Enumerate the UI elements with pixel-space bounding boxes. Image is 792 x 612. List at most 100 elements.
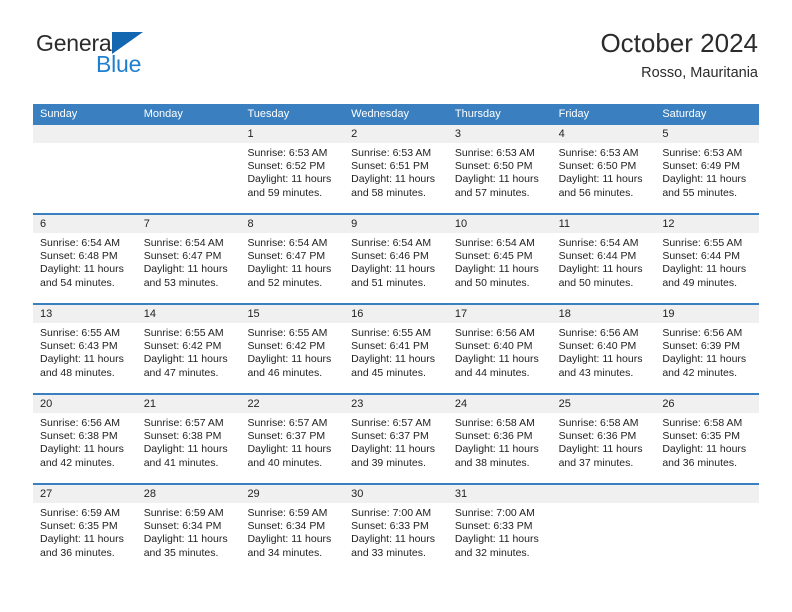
day-cell[interactable]: Sunrise: 6:55 AM Sunset: 6:44 PM Daylight:… xyxy=(655,233,759,303)
day-cell[interactable]: Sunrise: 6:54 AM Sunset: 6:47 PM Daylight:… xyxy=(240,233,344,303)
sunset-text: Sunset: 6:42 PM xyxy=(143,340,222,353)
day-cell[interactable]: Sunrise: 6:59 AM Sunset: 6:35 PM Daylight:… xyxy=(33,503,137,573)
day-number[interactable]: 22 xyxy=(240,395,344,413)
weekday-header-tuesday: Tuesday xyxy=(247,108,290,120)
day-number[interactable]: 9 xyxy=(344,215,448,233)
sunset-text: Sunset: 6:39 PM xyxy=(662,340,740,353)
week-body-row: Sunrise: 6:59 AM Sunset: 6:35 PM Daylight:… xyxy=(33,503,759,573)
day-number[interactable]: 10 xyxy=(448,215,552,233)
day-number[interactable]: 18 xyxy=(552,305,656,323)
day-cell[interactable]: Sunrise: 6:54 AM Sunset: 6:44 PM Daylight:… xyxy=(552,233,656,303)
sunset-text: Sunset: 6:36 PM xyxy=(454,430,533,443)
daylight-text: Daylight: 11 hours xyxy=(662,263,747,276)
day-number[interactable]: 11 xyxy=(552,215,656,233)
daylight-text: Daylight: 11 hours xyxy=(558,173,643,186)
day-cell[interactable]: Sunrise: 6:53 AM Sunset: 6:50 PM Daylight:… xyxy=(552,143,656,213)
daylight-text: and 32 minutes. xyxy=(454,546,530,559)
day-number[interactable]: 12 xyxy=(655,215,759,233)
daylight-text: and 46 minutes. xyxy=(247,366,323,379)
day-number[interactable]: 24 xyxy=(448,395,552,413)
day-cell[interactable]: Sunrise: 7:00 AM Sunset: 6:33 PM Daylight:… xyxy=(448,503,552,573)
day-cell[interactable]: Sunrise: 6:56 AM Sunset: 6:39 PM Daylight:… xyxy=(655,323,759,393)
sunrise-text: Sunrise: 6:56 AM xyxy=(40,417,120,429)
day-number-empty xyxy=(33,125,137,143)
day-number[interactable]: 19 xyxy=(655,305,759,323)
day-cell[interactable]: Sunrise: 6:54 AM Sunset: 6:47 PM Daylight:… xyxy=(137,233,241,303)
daylight-text: Daylight: 11 hours xyxy=(351,173,436,186)
sunset-text: Sunset: 6:35 PM xyxy=(662,430,740,443)
week-daynumber-band: 27 28 29 30 31 xyxy=(33,485,759,503)
day-number[interactable]: 17 xyxy=(448,305,552,323)
day-cell[interactable]: Sunrise: 6:58 AM Sunset: 6:35 PM Daylight:… xyxy=(655,413,759,483)
day-cell[interactable]: Sunrise: 6:58 AM Sunset: 6:36 PM Daylight:… xyxy=(448,413,552,483)
day-number[interactable]: 20 xyxy=(33,395,137,413)
day-number[interactable]: 1 xyxy=(240,125,344,143)
day-cell[interactable]: Sunrise: 6:54 AM Sunset: 6:46 PM Daylight:… xyxy=(344,233,448,303)
day-cell[interactable]: Sunrise: 6:53 AM Sunset: 6:50 PM Daylight:… xyxy=(448,143,552,213)
day-number[interactable]: 6 xyxy=(33,215,137,233)
weekday-header-friday: Friday xyxy=(558,108,590,120)
day-number[interactable]: 16 xyxy=(344,305,448,323)
sunrise-text: Sunrise: 6:54 AM xyxy=(558,237,639,249)
weekday-header-saturday: Saturday xyxy=(662,108,707,120)
day-cell[interactable]: Sunrise: 6:53 AM Sunset: 6:49 PM Daylight:… xyxy=(655,143,759,213)
sunset-text: Sunset: 6:47 PM xyxy=(143,250,222,263)
sunrise-text: Sunrise: 6:54 AM xyxy=(40,237,120,249)
sunset-text: Sunset: 6:38 PM xyxy=(143,430,222,443)
day-cell[interactable]: Sunrise: 6:54 AM Sunset: 6:48 PM Daylight:… xyxy=(33,233,137,303)
day-cell[interactable]: Sunrise: 6:55 AM Sunset: 6:42 PM Daylight:… xyxy=(240,323,344,393)
day-number[interactable]: 13 xyxy=(33,305,137,323)
day-number[interactable]: 30 xyxy=(344,485,448,503)
day-number[interactable]: 21 xyxy=(137,395,241,413)
day-number[interactable]: 5 xyxy=(655,125,759,143)
day-cell[interactable]: Sunrise: 6:59 AM Sunset: 6:34 PM Daylight:… xyxy=(240,503,344,573)
day-number[interactable]: 15 xyxy=(240,305,344,323)
daylight-text: Daylight: 11 hours xyxy=(247,173,332,186)
day-cell[interactable]: Sunrise: 6:57 AM Sunset: 6:38 PM Daylight:… xyxy=(137,413,241,483)
calendar-week-row: 13 14 15 16 17 18 19 Sunrise: 6:55 AM Sunset: 6:… xyxy=(33,303,759,393)
day-cell[interactable]: Sunrise: 6:57 AM Sunset: 6:37 PM Daylight:… xyxy=(344,413,448,483)
sunrise-text: Sunrise: 6:56 AM xyxy=(558,327,639,339)
daylight-text: Daylight: 11 hours xyxy=(454,443,539,456)
day-number[interactable]: 23 xyxy=(344,395,448,413)
day-number[interactable]: 2 xyxy=(344,125,448,143)
daylight-text: and 50 minutes. xyxy=(558,276,634,289)
daylight-text: Daylight: 11 hours xyxy=(662,173,747,186)
day-cell[interactable]: Sunrise: 6:57 AM Sunset: 6:37 PM Daylight:… xyxy=(240,413,344,483)
day-cell[interactable]: Sunrise: 7:00 AM Sunset: 6:33 PM Daylight:… xyxy=(344,503,448,573)
general-blue-logo[interactable]: General Blue xyxy=(34,30,184,84)
day-cell[interactable]: Sunrise: 6:53 AM Sunset: 6:52 PM Daylight:… xyxy=(240,143,344,213)
day-cell[interactable]: Sunrise: 6:58 AM Sunset: 6:36 PM Daylight:… xyxy=(552,413,656,483)
day-number[interactable]: 27 xyxy=(33,485,137,503)
day-number[interactable]: 14 xyxy=(137,305,241,323)
day-number[interactable]: 28 xyxy=(137,485,241,503)
day-cell[interactable]: Sunrise: 6:56 AM Sunset: 6:40 PM Daylight:… xyxy=(552,323,656,393)
daylight-text: Daylight: 11 hours xyxy=(454,263,539,276)
day-cell[interactable]: Sunrise: 6:55 AM Sunset: 6:43 PM Daylight:… xyxy=(33,323,137,393)
week-daynumber-band: 13 14 15 16 17 18 19 xyxy=(33,305,759,323)
daylight-text: Daylight: 11 hours xyxy=(143,353,228,366)
sunset-text: Sunset: 6:43 PM xyxy=(40,340,118,353)
day-cell[interactable]: Sunrise: 6:54 AM Sunset: 6:45 PM Daylight:… xyxy=(448,233,552,303)
day-number[interactable]: 4 xyxy=(552,125,656,143)
sunrise-text: Sunrise: 6:57 AM xyxy=(247,417,328,429)
sunrise-text: Sunrise: 6:53 AM xyxy=(247,147,328,159)
day-number[interactable]: 31 xyxy=(448,485,552,503)
day-number[interactable]: 29 xyxy=(240,485,344,503)
day-number[interactable]: 8 xyxy=(240,215,344,233)
sunset-text: Sunset: 6:40 PM xyxy=(558,340,637,353)
day-cell[interactable]: Sunrise: 6:55 AM Sunset: 6:41 PM Daylight:… xyxy=(344,323,448,393)
daylight-text: and 45 minutes. xyxy=(351,366,426,379)
day-number[interactable]: 3 xyxy=(448,125,552,143)
day-cell[interactable]: Sunrise: 6:56 AM Sunset: 6:40 PM Daylight:… xyxy=(448,323,552,393)
day-cell[interactable]: Sunrise: 6:55 AM Sunset: 6:42 PM Daylight:… xyxy=(137,323,241,393)
day-number-empty xyxy=(137,125,241,143)
day-number[interactable]: 7 xyxy=(137,215,241,233)
day-cell[interactable]: Sunrise: 6:53 AM Sunset: 6:51 PM Daylight:… xyxy=(344,143,448,213)
weekday-header-row: Sunday Monday Tuesday Wednesday Thursday Frid… xyxy=(33,104,759,125)
daylight-text: Daylight: 11 hours xyxy=(662,443,747,456)
day-number[interactable]: 26 xyxy=(655,395,759,413)
day-cell[interactable]: Sunrise: 6:56 AM Sunset: 6:38 PM Daylight:… xyxy=(33,413,137,483)
day-cell[interactable]: Sunrise: 6:59 AM Sunset: 6:34 PM Daylight:… xyxy=(137,503,241,573)
day-number[interactable]: 25 xyxy=(552,395,656,413)
